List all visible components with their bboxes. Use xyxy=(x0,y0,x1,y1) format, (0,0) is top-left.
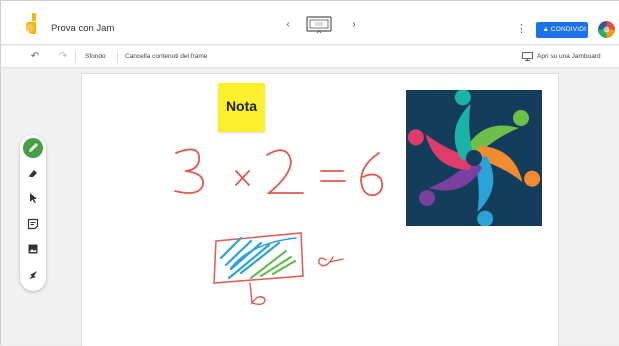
eraser-icon[interactable] xyxy=(26,166,40,180)
edit-toolbar: ↶ ↷ Sfondo Cancella contenuti del frame … xyxy=(1,46,619,68)
share-label: CONDIVIDI xyxy=(550,26,587,33)
pen-icon xyxy=(29,143,38,152)
more-options-icon[interactable]: ⋮ xyxy=(516,23,527,35)
top-bar: Prova con Jam ‹ › ⋮ 🔒︎ CONDIVIDI xyxy=(1,1,619,45)
redo-icon[interactable]: ↷ xyxy=(57,51,69,63)
toolbar-divider xyxy=(117,51,118,63)
previous-frame-button[interactable]: ‹ xyxy=(282,19,294,31)
clear-frame-button[interactable]: Cancella contenuti del frame xyxy=(125,53,207,60)
tool-rail xyxy=(20,135,46,291)
sticky-note-icon[interactable] xyxy=(26,217,40,231)
jamboard-device-icon xyxy=(522,51,533,61)
jamboard-app: Prova con Jam ‹ › ⋮ 🔒︎ CONDIVIDI ↶ ↷ Sfo… xyxy=(0,0,619,346)
toolbar-divider xyxy=(75,51,76,63)
open-in-jamboard-label: Apri su una Jamboard xyxy=(537,53,601,60)
sticky-note-text: Nota xyxy=(225,97,258,114)
open-in-jamboard-button[interactable]: Apri su una Jamboard xyxy=(522,51,601,63)
pen-tool-button[interactable] xyxy=(23,138,43,158)
next-frame-button[interactable]: › xyxy=(348,19,360,31)
document-title[interactable]: Prova con Jam xyxy=(51,23,114,34)
lock-icon: 🔒︎ xyxy=(543,26,548,33)
select-icon[interactable] xyxy=(26,191,40,205)
share-button[interactable]: 🔒︎ CONDIVIDI xyxy=(536,22,588,38)
image-icon[interactable] xyxy=(26,242,40,256)
undo-icon[interactable]: ↶ xyxy=(29,51,41,63)
team-logo-image[interactable] xyxy=(406,90,542,226)
jamboard-logo-icon xyxy=(26,13,36,35)
frame-bar-icon[interactable] xyxy=(304,13,334,35)
laser-icon[interactable] xyxy=(26,268,40,282)
frame-navigator: ‹ › xyxy=(282,13,362,37)
background-button[interactable]: Sfondo xyxy=(85,53,106,60)
sticky-note[interactable]: Nota xyxy=(218,83,265,132)
avatar[interactable] xyxy=(598,21,615,38)
